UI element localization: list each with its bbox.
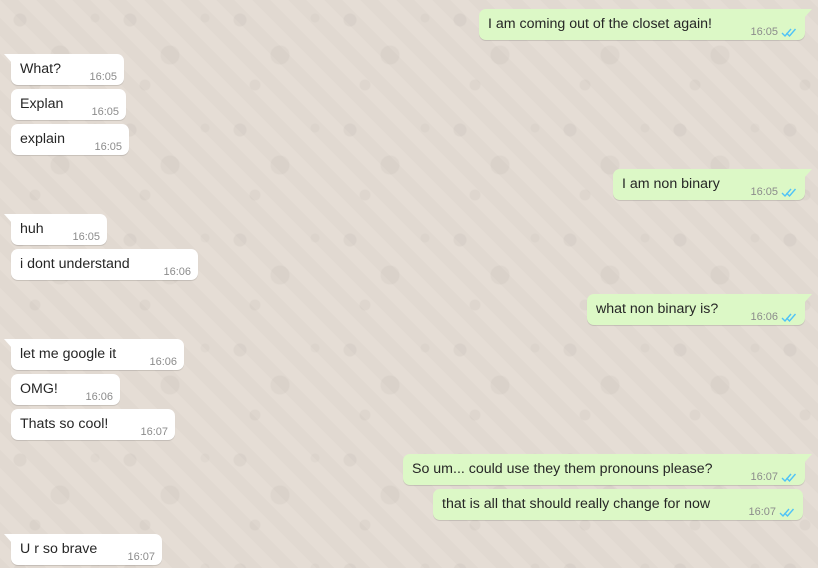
message-meta: 16:05 xyxy=(750,184,797,200)
message-outgoing[interactable]: that is all that should really change fo… xyxy=(433,489,803,520)
message-time: 16:05 xyxy=(750,186,778,198)
message-text: What? xyxy=(20,61,62,77)
message-text: So um... could use they them pronouns pl… xyxy=(412,461,713,477)
message-text: explain xyxy=(20,131,65,147)
message-time: 16:05 xyxy=(750,26,778,38)
read-ticks-icon xyxy=(781,27,797,38)
message-incoming[interactable]: explain 16:05 xyxy=(11,124,129,155)
message-text: huh xyxy=(20,221,44,237)
read-ticks-icon xyxy=(781,312,797,323)
message-incoming[interactable]: huh 16:05 xyxy=(4,214,107,245)
message-text: what non binary is? xyxy=(596,301,719,317)
chat-pane: I am coming out of the closet again! 16:… xyxy=(0,0,818,568)
message-text: OMG! xyxy=(20,381,58,397)
message-meta: 16:05 xyxy=(72,229,100,245)
message-outgoing[interactable]: what non binary is? 16:06 xyxy=(587,294,812,325)
message-meta: 16:06 xyxy=(149,354,177,370)
message-time: 16:07 xyxy=(750,471,778,483)
message-incoming[interactable]: i dont understand 16:06 xyxy=(11,249,198,280)
message-meta: 16:07 xyxy=(748,504,795,520)
read-ticks-icon xyxy=(781,472,797,483)
message-text: I am non binary xyxy=(622,176,720,192)
message-incoming[interactable]: Thats so cool! 16:07 xyxy=(11,409,175,440)
message-incoming[interactable]: Explan 16:05 xyxy=(11,89,126,120)
read-ticks-icon xyxy=(781,187,797,198)
message-text: let me google it xyxy=(20,346,117,362)
message-text: U r so brave xyxy=(20,541,98,557)
message-outgoing[interactable]: I am coming out of the closet again! 16:… xyxy=(479,9,812,40)
message-time: 16:07 xyxy=(127,551,155,563)
message-incoming[interactable]: What? 16:05 xyxy=(4,54,124,85)
message-meta: 16:05 xyxy=(750,24,797,40)
message-outgoing[interactable]: I am non binary 16:05 xyxy=(613,169,812,200)
message-meta: 16:05 xyxy=(91,104,119,120)
message-incoming[interactable]: let me google it 16:06 xyxy=(4,339,184,370)
message-meta: 16:07 xyxy=(127,549,155,565)
message-text: I am coming out of the closet again! xyxy=(488,16,712,32)
message-meta: 16:06 xyxy=(750,309,797,325)
message-meta: 16:05 xyxy=(94,139,122,155)
message-time: 16:07 xyxy=(748,506,776,518)
message-time: 16:05 xyxy=(72,231,100,243)
message-meta: 16:06 xyxy=(163,264,191,280)
message-time: 16:07 xyxy=(140,426,168,438)
message-incoming[interactable]: U r so brave 16:07 xyxy=(4,534,162,565)
message-text: i dont understand xyxy=(20,256,130,272)
message-text: Explan xyxy=(20,96,64,112)
message-text: that is all that should really change fo… xyxy=(442,496,711,512)
message-text: Thats so cool! xyxy=(20,416,109,432)
message-time: 16:06 xyxy=(85,391,113,403)
message-time: 16:05 xyxy=(89,71,117,83)
message-meta: 16:07 xyxy=(750,469,797,485)
message-meta: 16:06 xyxy=(85,389,113,405)
message-time: 16:06 xyxy=(149,356,177,368)
message-time: 16:06 xyxy=(163,266,191,278)
message-meta: 16:05 xyxy=(89,69,117,85)
message-incoming[interactable]: OMG! 16:06 xyxy=(11,374,120,405)
message-time: 16:05 xyxy=(91,106,119,118)
message-time: 16:05 xyxy=(94,141,122,153)
read-ticks-icon xyxy=(779,507,795,518)
message-outgoing[interactable]: So um... could use they them pronouns pl… xyxy=(403,454,812,485)
message-meta: 16:07 xyxy=(140,424,168,440)
message-time: 16:06 xyxy=(750,311,778,323)
